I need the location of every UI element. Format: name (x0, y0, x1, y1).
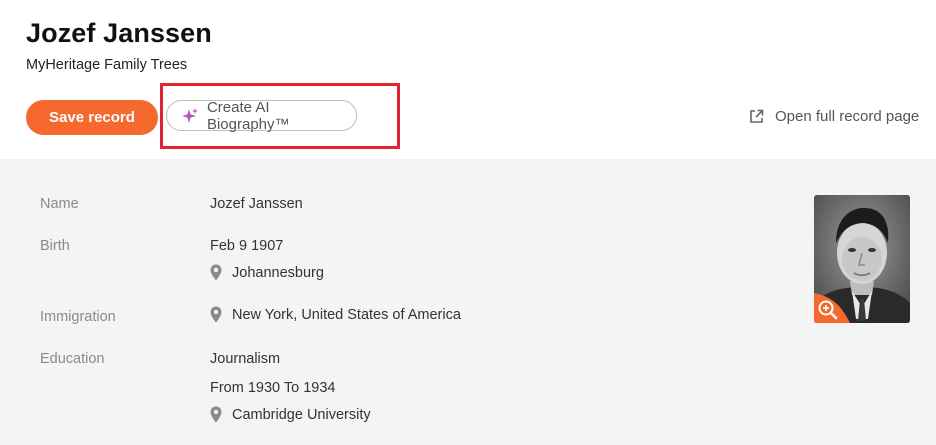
open-full-record-link[interactable]: Open full record page (749, 106, 919, 126)
save-record-button[interactable]: Save record (26, 100, 158, 135)
location-pin-icon (210, 306, 222, 323)
education-field: Journalism (210, 351, 281, 367)
immigration-label: Immigration (40, 309, 116, 325)
ai-biography-label: Create AI Biography™ (206, 98, 290, 133)
birth-date: Feb 9 1907 (210, 238, 284, 254)
sparkle-icon (181, 107, 198, 123)
record-source: MyHeritage Family Trees (26, 57, 188, 73)
name-value: Jozef Janssen (210, 196, 303, 212)
name-label: Name (40, 196, 79, 212)
record-details (0, 159, 936, 445)
zoom-in-icon[interactable] (814, 293, 850, 323)
immigration-place: New York, United States of America (210, 306, 461, 323)
education-place: Cambridge University (210, 406, 371, 423)
education-label: Education (40, 351, 105, 367)
create-ai-biography-button[interactable]: Create AI Biography™ (166, 98, 357, 133)
location-pin-icon (210, 264, 222, 281)
location-pin-icon (210, 406, 222, 423)
birth-place: Johannesburg (210, 264, 324, 281)
external-link-icon (750, 109, 764, 123)
education-period: From 1930 To 1934 (210, 380, 336, 396)
profile-photo[interactable] (814, 195, 910, 323)
open-full-record-label: Open full record page (775, 107, 920, 125)
page-title: Jozef Janssen (26, 18, 212, 48)
birth-place-text: Johannesburg (232, 264, 324, 281)
education-place-text: Cambridge University (232, 406, 371, 423)
birth-label: Birth (40, 238, 70, 254)
record-header: Jozef Janssen MyHeritage Family Trees Sa… (0, 0, 936, 159)
immigration-place-text: New York, United States of America (232, 306, 461, 323)
